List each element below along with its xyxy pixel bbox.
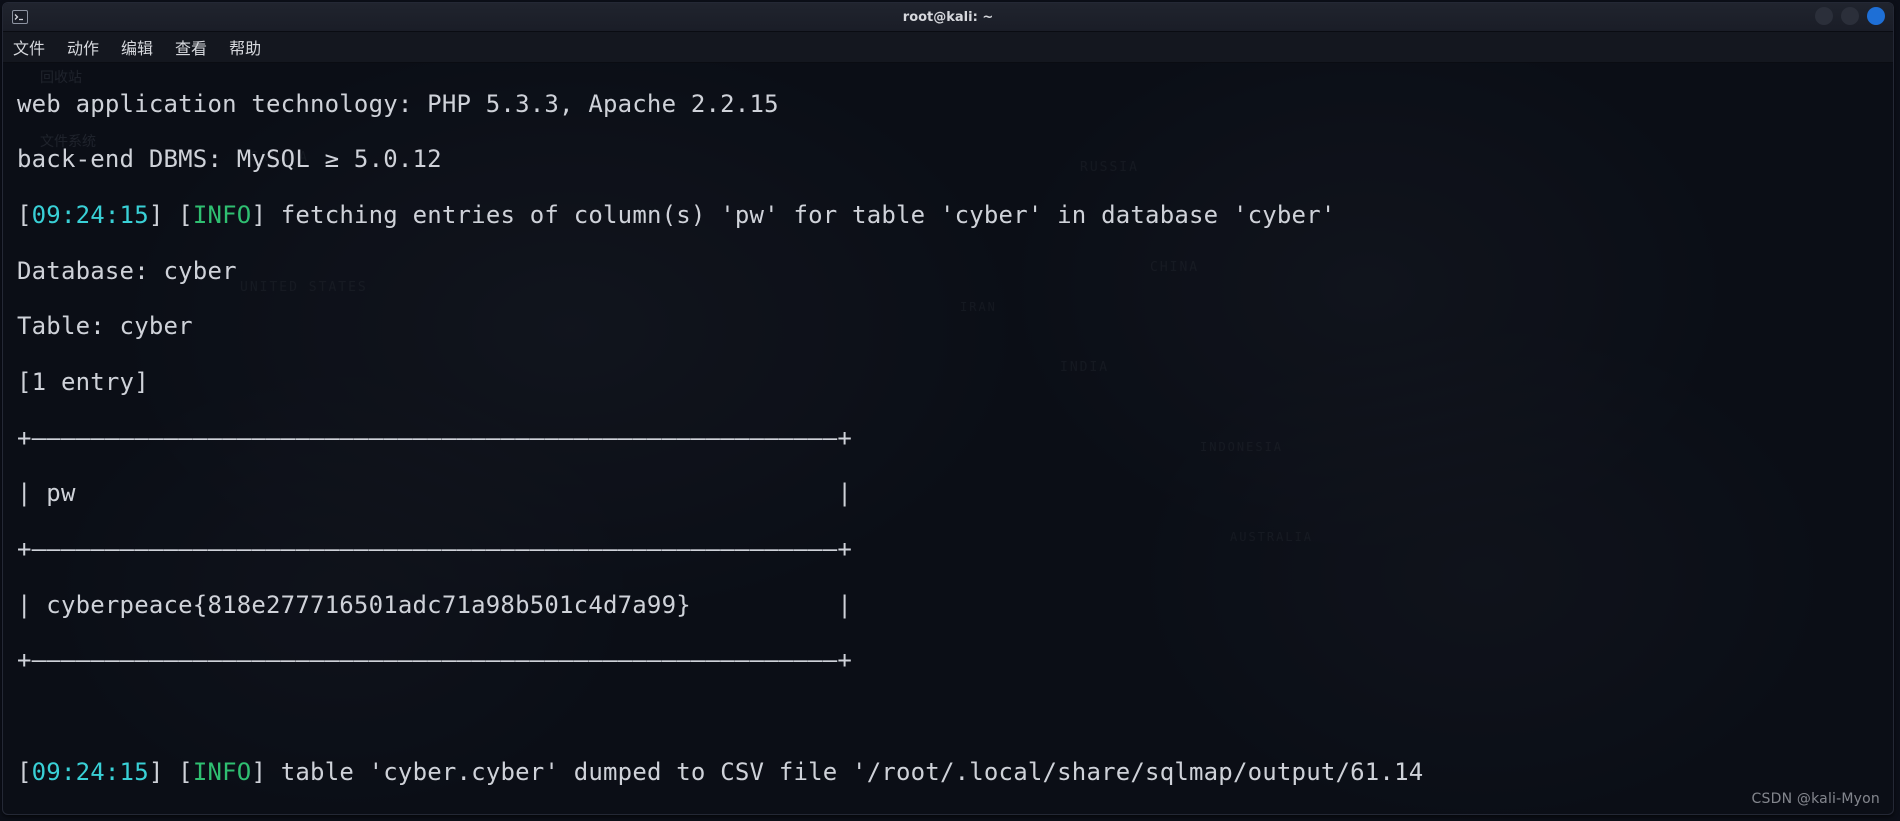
menu-file[interactable]: 文件 — [13, 35, 45, 59]
term-line: back-end DBMS: MySQL ≥ 5.0.12 — [17, 146, 1883, 174]
term-line: [1 entry] — [17, 369, 1883, 397]
term-blank — [17, 703, 1883, 731]
menu-action[interactable]: 动作 — [67, 35, 99, 59]
terminal-body[interactable]: web application technology: PHP 5.3.3, A… — [3, 61, 1893, 814]
term-line: Table: cyber — [17, 313, 1883, 341]
menubar: 文件 动作 编辑 查看 帮助 — [3, 32, 1893, 63]
menu-view[interactable]: 查看 — [175, 35, 207, 59]
minimize-button[interactable] — [1815, 7, 1833, 25]
close-button[interactable] — [1867, 7, 1885, 25]
menu-help[interactable]: 帮助 — [229, 35, 261, 59]
term-line: | pw | — [17, 480, 1883, 508]
terminal-window: root@kali: ~ 文件 动作 编辑 查看 帮助 web applicat… — [2, 2, 1894, 815]
window-title: root@kali: ~ — [3, 10, 1893, 25]
term-line: +———————————————————————————————————————… — [17, 425, 1883, 453]
terminal-icon — [9, 6, 31, 28]
term-line: +———————————————————————————————————————… — [17, 647, 1883, 675]
term-line: [09:24:15] [INFO] fetching entries of co… — [17, 202, 1883, 230]
maximize-button[interactable] — [1841, 7, 1859, 25]
term-line: | cyberpeace{818e277716501adc71a98b501c4… — [17, 592, 1883, 620]
window-controls — [1815, 7, 1885, 25]
term-line: web application technology: PHP 5.3.3, A… — [17, 91, 1883, 119]
menu-edit[interactable]: 编辑 — [121, 35, 153, 59]
term-line: Database: cyber — [17, 258, 1883, 286]
term-line: +———————————————————————————————————————… — [17, 536, 1883, 564]
term-line: [09:24:15] [INFO] table 'cyber.cyber' du… — [17, 759, 1883, 787]
titlebar[interactable]: root@kali: ~ — [3, 3, 1893, 32]
